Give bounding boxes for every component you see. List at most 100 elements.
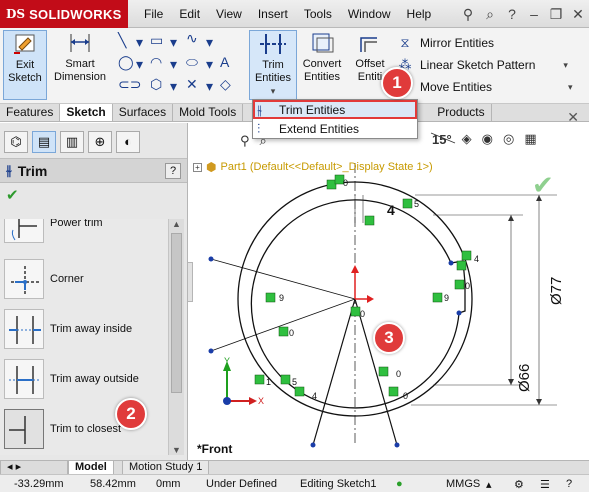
relation-label: 5	[292, 377, 298, 387]
spline-icon[interactable]: ∿	[186, 30, 198, 47]
status-help-icon[interactable]: ?	[566, 478, 572, 490]
ok-button[interactable]: ✔	[0, 183, 187, 207]
tab-nav-arrows[interactable]: ◂ ▸	[0, 461, 68, 475]
tab-motion-study[interactable]: Motion Study 1	[122, 461, 210, 475]
display-manager-icon[interactable]: ◐	[116, 131, 140, 153]
point-dropdown-icon[interactable]: ▾	[206, 78, 213, 95]
mirror-entities-label: Mirror Entities	[420, 36, 495, 50]
feature-manager-icon[interactable]: ⌬	[4, 131, 28, 153]
trim-away-outside-icon	[4, 359, 44, 399]
option-trim-away-outside[interactable]: Trim away outside	[4, 357, 139, 401]
circle-icon[interactable]: ◯	[118, 54, 134, 71]
callout-1: 1	[381, 67, 413, 99]
status-icon-1[interactable]: ⚙	[514, 478, 524, 491]
menu-insert[interactable]: Insert	[258, 7, 288, 21]
menu-item-trim-label: Trim Entities	[279, 102, 346, 117]
rebuild-indicator-icon[interactable]: ●	[396, 478, 403, 490]
manager-tabs: ⌬ ▤ ▥ ⊕ ◐	[0, 123, 187, 159]
arc-icon[interactable]: ◠	[150, 54, 162, 71]
point-icon[interactable]: ✕	[186, 76, 198, 93]
bottom-tabs: ◂ ▸ Model Motion Study 1	[0, 460, 589, 475]
units-dropdown-icon[interactable]: ▴	[486, 478, 492, 491]
title-bar: DS SOLIDWORKS File Edit View Insert Tool…	[0, 0, 589, 28]
solidworks-logo[interactable]: DS SOLIDWORKS	[0, 0, 128, 28]
trim-entities-button[interactable]: Trim Entities ▾	[249, 30, 297, 100]
zoom-to-fit-icon[interactable]: ⚲	[240, 133, 250, 149]
slot-icon[interactable]: ⊂⊃	[118, 76, 141, 93]
rectangle-dropdown-icon[interactable]: ▾	[170, 34, 177, 51]
move-entities-button[interactable]: ✥ Move Entities ▾	[396, 76, 573, 98]
minimize-icon[interactable]: –	[523, 6, 545, 22]
menu-item-extend-entities[interactable]: ⫶ Extend Entities	[253, 119, 417, 138]
linear-pattern-dropdown-icon[interactable]: ▾	[563, 60, 568, 71]
option-trim-to-closest[interactable]: Trim to closest	[4, 407, 121, 451]
dimension-width[interactable]: 4	[387, 202, 395, 218]
tab-features[interactable]: Features	[0, 104, 61, 121]
options-scrollbar[interactable]: ▲ ▼	[168, 219, 184, 455]
menu-tools[interactable]: Tools	[304, 7, 332, 21]
tab-products[interactable]: Products	[431, 104, 492, 121]
view-orientation-icon[interactable]: ◈	[462, 131, 472, 147]
polygon-dropdown-icon[interactable]: ▾	[170, 78, 177, 95]
help-button[interactable]: ?	[165, 162, 181, 179]
convert-entities-button[interactable]: Convert Entities	[299, 30, 345, 84]
help-icon[interactable]: ?	[501, 6, 523, 22]
option-trim-away-inside[interactable]: Trim away inside	[4, 307, 132, 351]
restore-icon[interactable]: ❐	[545, 6, 567, 23]
tab-mold-tools[interactable]: Mold Tools	[173, 104, 244, 121]
menu-view[interactable]: View	[216, 7, 242, 21]
dimension-diameter-66[interactable]: Ø66	[516, 364, 533, 392]
option-power-trim[interactable]: Power trim	[4, 219, 103, 245]
line-icon[interactable]: ╲	[118, 32, 126, 49]
configuration-manager-icon[interactable]: ▥	[60, 131, 84, 153]
scroll-up-icon[interactable]: ▲	[172, 219, 181, 229]
confirm-sketch-checkmark-icon[interactable]: ✔	[532, 170, 554, 201]
text-icon[interactable]: A	[220, 54, 229, 70]
menu-item-trim-entities[interactable]: ⫳ Trim Entities	[253, 100, 417, 119]
linear-pattern-button[interactable]: ⁂ Linear Sketch Pattern ▾	[396, 54, 573, 76]
circle-dropdown-icon[interactable]: ▾	[136, 56, 143, 73]
option-corner[interactable]: Corner	[4, 257, 84, 301]
scrollbar-thumb[interactable]	[171, 233, 182, 393]
mirror-entities-button[interactable]: ⧖ Mirror Entities	[396, 32, 573, 54]
ellipse-dropdown-icon[interactable]: ▾	[206, 56, 213, 73]
arc-dropdown-icon[interactable]: ▾	[170, 56, 177, 73]
close-icon[interactable]: ✕	[567, 6, 589, 23]
part-label[interactable]: Part1 (Default<<Default>_Display State 1…	[220, 161, 432, 173]
ellipse-icon[interactable]: ⬭	[186, 54, 198, 71]
status-units[interactable]: MMGS	[446, 478, 480, 490]
menu-help[interactable]: Help	[407, 7, 432, 21]
rectangle-icon[interactable]: ▭	[150, 32, 163, 49]
relation-label: 4	[312, 391, 318, 401]
tab-model[interactable]: Model	[68, 461, 114, 475]
close-graphics-icon[interactable]: ✕	[567, 109, 579, 126]
spline-dropdown-icon[interactable]: ▾	[206, 34, 213, 51]
exit-sketch-button[interactable]: Exit Sketch	[3, 30, 47, 100]
view-settings-icon[interactable]: ▦	[524, 131, 536, 147]
polygon-icon[interactable]: ⬡	[150, 76, 162, 93]
move-entities-dropdown-icon[interactable]: ▾	[568, 82, 573, 93]
trim-entities-icon: ⫳	[257, 101, 263, 117]
dimxpert-manager-icon[interactable]: ⊕	[88, 131, 112, 153]
tab-surfaces[interactable]: Surfaces	[113, 104, 174, 121]
line-dropdown-icon[interactable]: ▾	[136, 34, 143, 51]
trim-dropdown-arrow-icon[interactable]: ▾	[250, 85, 296, 98]
dimension-diameter-77[interactable]: Ø77	[548, 277, 565, 305]
expand-icon[interactable]: +	[193, 162, 202, 172]
smart-dimension-button[interactable]: Smart Dimension	[50, 30, 110, 84]
smart-dimension-label-2: Dimension	[54, 71, 106, 83]
display-style-icon[interactable]: ◉	[482, 131, 493, 147]
tab-sketch[interactable]: Sketch	[60, 104, 113, 121]
linear-pattern-label: Linear Sketch Pattern	[420, 58, 536, 72]
pin-icon[interactable]: ⚲	[457, 6, 479, 23]
search-icon[interactable]: ⌕	[479, 6, 501, 23]
plane-icon[interactable]: ◇	[220, 76, 231, 93]
view-orientation-label: *Front	[197, 442, 233, 456]
hide-show-icon[interactable]: ◎	[503, 131, 514, 147]
status-icon-2[interactable]: ☰	[540, 478, 550, 491]
menu-window[interactable]: Window	[348, 7, 391, 21]
menu-file[interactable]: File	[144, 7, 163, 21]
scroll-down-icon[interactable]: ▼	[172, 445, 181, 455]
property-manager-icon[interactable]: ▤	[32, 131, 56, 153]
menu-edit[interactable]: Edit	[179, 7, 200, 21]
